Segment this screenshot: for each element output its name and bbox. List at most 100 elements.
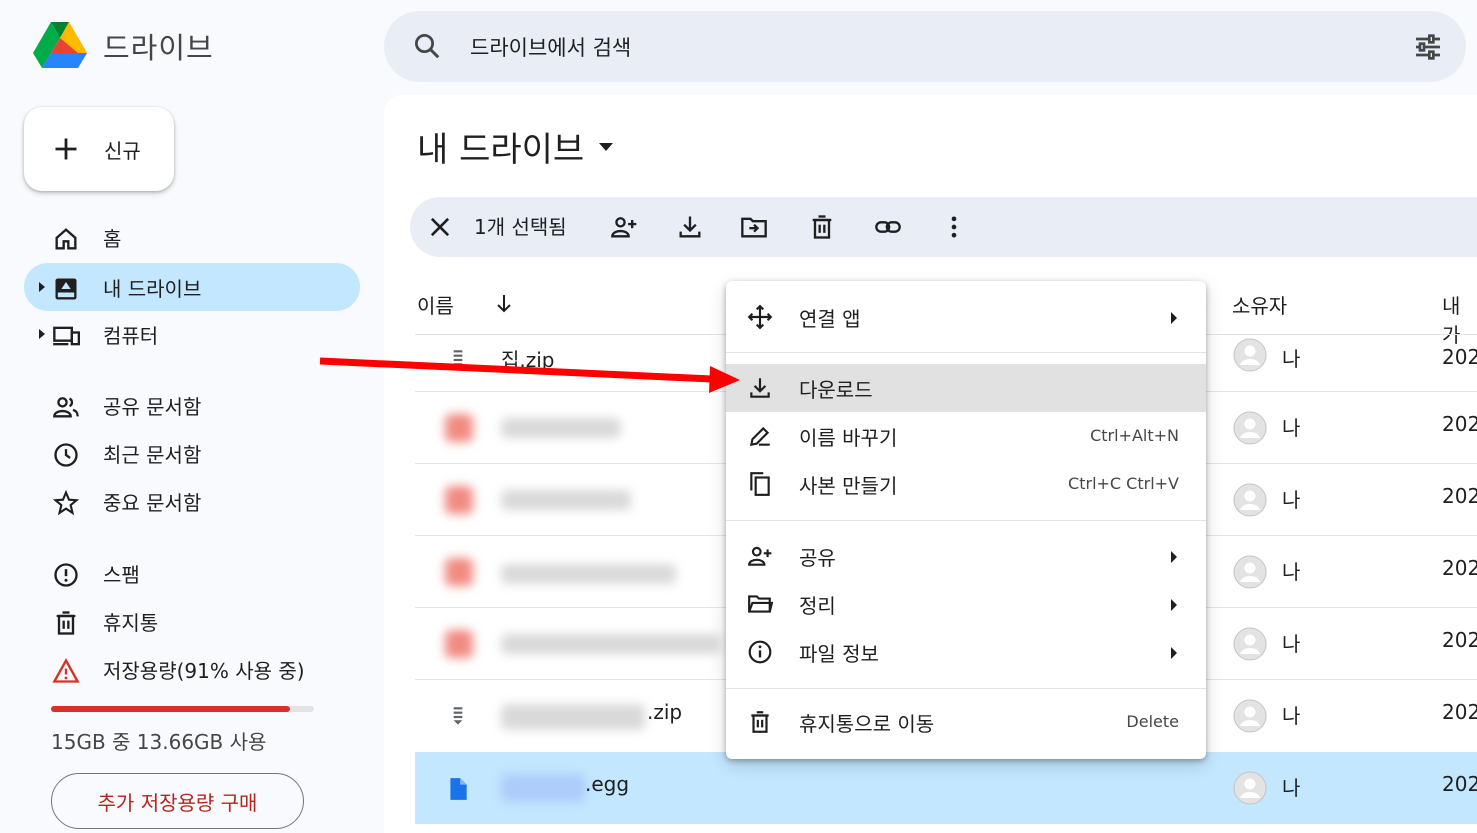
- search-icon[interactable]: [412, 31, 442, 61]
- file-name: .zip: [647, 700, 683, 724]
- submenu-arrow-icon: [1171, 312, 1177, 324]
- blurred-file-name: [501, 418, 621, 438]
- avatar: [1233, 483, 1267, 517]
- blurred-file-name: [501, 704, 645, 730]
- file-date: 202: [1442, 345, 1477, 369]
- download-icon[interactable]: [676, 213, 704, 241]
- file-owner: 나: [1282, 488, 1301, 512]
- file-owner: 나: [1282, 560, 1301, 584]
- info-icon: [748, 640, 772, 664]
- storage-progress-bar: [51, 706, 314, 712]
- menu-item-file-info[interactable]: 파일 정보: [726, 628, 1206, 676]
- warning-icon: [52, 658, 80, 683]
- sidebar-item-starred[interactable]: 중요 문서함: [24, 477, 360, 525]
- sidebar-item-recent[interactable]: 최근 문서함: [24, 429, 360, 477]
- avatar: [1233, 338, 1267, 372]
- file-owner: 나: [1282, 704, 1301, 728]
- dropdown-arrow-icon: [599, 142, 614, 151]
- sidebar-item-label: 컴퓨터: [103, 324, 159, 348]
- menu-item-shortcut: Ctrl+Alt+N: [1090, 426, 1179, 445]
- sidebar-item-label: 중요 문서함: [103, 491, 202, 515]
- sidebar-item-computer[interactable]: 컴퓨터: [24, 310, 360, 358]
- selection-count: 1개 선택됨: [474, 215, 567, 239]
- file-date: 202: [1442, 412, 1477, 436]
- sidebar-item-home[interactable]: 홈: [24, 213, 360, 261]
- menu-item-label: 정리: [799, 594, 836, 618]
- trash-icon: [56, 611, 76, 635]
- column-header-owner[interactable]: 소유자: [1232, 290, 1287, 319]
- my-drive-icon: [55, 278, 77, 300]
- storage-progress-fill: [51, 706, 291, 712]
- menu-item-share[interactable]: 공유: [726, 532, 1206, 580]
- add-person-icon[interactable]: [610, 213, 638, 241]
- menu-item-download[interactable]: 다운로드: [726, 364, 1206, 412]
- menu-item-open-with[interactable]: 연결 앱: [726, 293, 1206, 341]
- caret-right-icon[interactable]: [37, 281, 47, 293]
- sidebar-item-label: 휴지통: [103, 611, 159, 635]
- submenu-arrow-icon: [1171, 551, 1177, 563]
- rename-icon: [749, 426, 770, 447]
- menu-item-label: 공유: [799, 546, 836, 570]
- submenu-arrow-icon: [1171, 647, 1177, 659]
- menu-divider: [726, 688, 1206, 689]
- menu-item-label: 다운로드: [799, 378, 873, 402]
- more-vert-icon[interactable]: [940, 213, 968, 241]
- clock-icon: [54, 443, 78, 467]
- file-owner: 나: [1282, 416, 1301, 440]
- file-date: 202: [1442, 628, 1477, 652]
- menu-item-rename[interactable]: 이름 바꾸기 Ctrl+Alt+N: [726, 412, 1206, 460]
- menu-item-label: 연결 앱: [799, 307, 861, 331]
- sidebar-item-shared[interactable]: 공유 문서함: [24, 381, 360, 429]
- sidebar-item-my-drive[interactable]: 내 드라이브: [24, 263, 360, 311]
- avatar: [1233, 411, 1267, 445]
- computer-icon: [53, 326, 80, 346]
- column-header-name[interactable]: 이름: [417, 290, 454, 319]
- close-icon[interactable]: [426, 213, 454, 241]
- people-icon: [53, 397, 79, 418]
- avatar: [1233, 771, 1267, 805]
- blurred-file-name: [501, 634, 721, 654]
- trash-icon[interactable]: [808, 213, 836, 241]
- blurred-file-icon: [445, 414, 473, 442]
- avatar: [1233, 555, 1267, 589]
- copy-icon: [750, 472, 770, 496]
- file-date: 202: [1442, 772, 1477, 796]
- link-icon[interactable]: [874, 213, 902, 241]
- buy-storage-button[interactable]: 추가 저장용량 구매: [51, 773, 304, 829]
- sort-arrow-down-icon[interactable]: [492, 291, 516, 315]
- folder-icon: [748, 595, 773, 613]
- sidebar-item-trash[interactable]: 휴지통: [24, 597, 360, 645]
- sidebar-item-spam[interactable]: 스팸: [24, 549, 360, 597]
- download-icon: [750, 378, 770, 398]
- blurred-file-name: [501, 774, 585, 802]
- search-input[interactable]: 드라이브에서 검색: [470, 32, 631, 62]
- blurred-file-name: [501, 564, 676, 584]
- menu-divider: [726, 520, 1206, 521]
- menu-item-make-copy[interactable]: 사본 만들기 Ctrl+C Ctrl+V: [726, 460, 1206, 508]
- sidebar-item-label: 홈: [103, 227, 122, 251]
- new-button[interactable]: 신규: [24, 107, 174, 191]
- drive-logo[interactable]: 드라이브: [32, 20, 214, 72]
- app-name: 드라이브: [103, 31, 214, 65]
- file-owner: 나: [1282, 347, 1301, 371]
- menu-item-shortcut: Delete: [1126, 712, 1179, 731]
- move-icon[interactable]: [740, 213, 768, 241]
- sidebar-item-label: 저장용량(91% 사용 중): [103, 659, 305, 683]
- star-icon: [52, 489, 80, 516]
- new-button-label: 신규: [104, 139, 141, 163]
- sidebar-item-label: 최근 문서함: [103, 443, 202, 467]
- document-file-icon: [450, 778, 467, 800]
- menu-item-label: 사본 만들기: [799, 474, 898, 498]
- sidebar-item-storage[interactable]: 저장용량(91% 사용 중): [24, 645, 360, 693]
- menu-item-organize[interactable]: 정리: [726, 580, 1206, 628]
- menu-item-move-to-trash[interactable]: 휴지통으로 이동 Delete: [726, 698, 1206, 746]
- search-bar[interactable]: 드라이브에서 검색: [384, 11, 1466, 82]
- search-options-icon[interactable]: [1412, 31, 1444, 63]
- share-icon: [748, 546, 772, 566]
- table-row-selected[interactable]: .egg 나 202: [415, 752, 1477, 824]
- caret-right-icon[interactable]: [37, 328, 47, 340]
- sidebar-item-label: 공유 문서함: [103, 395, 202, 419]
- menu-divider: [726, 352, 1206, 353]
- page-title[interactable]: 내 드라이브: [417, 122, 614, 171]
- blurred-file-icon: [445, 558, 473, 586]
